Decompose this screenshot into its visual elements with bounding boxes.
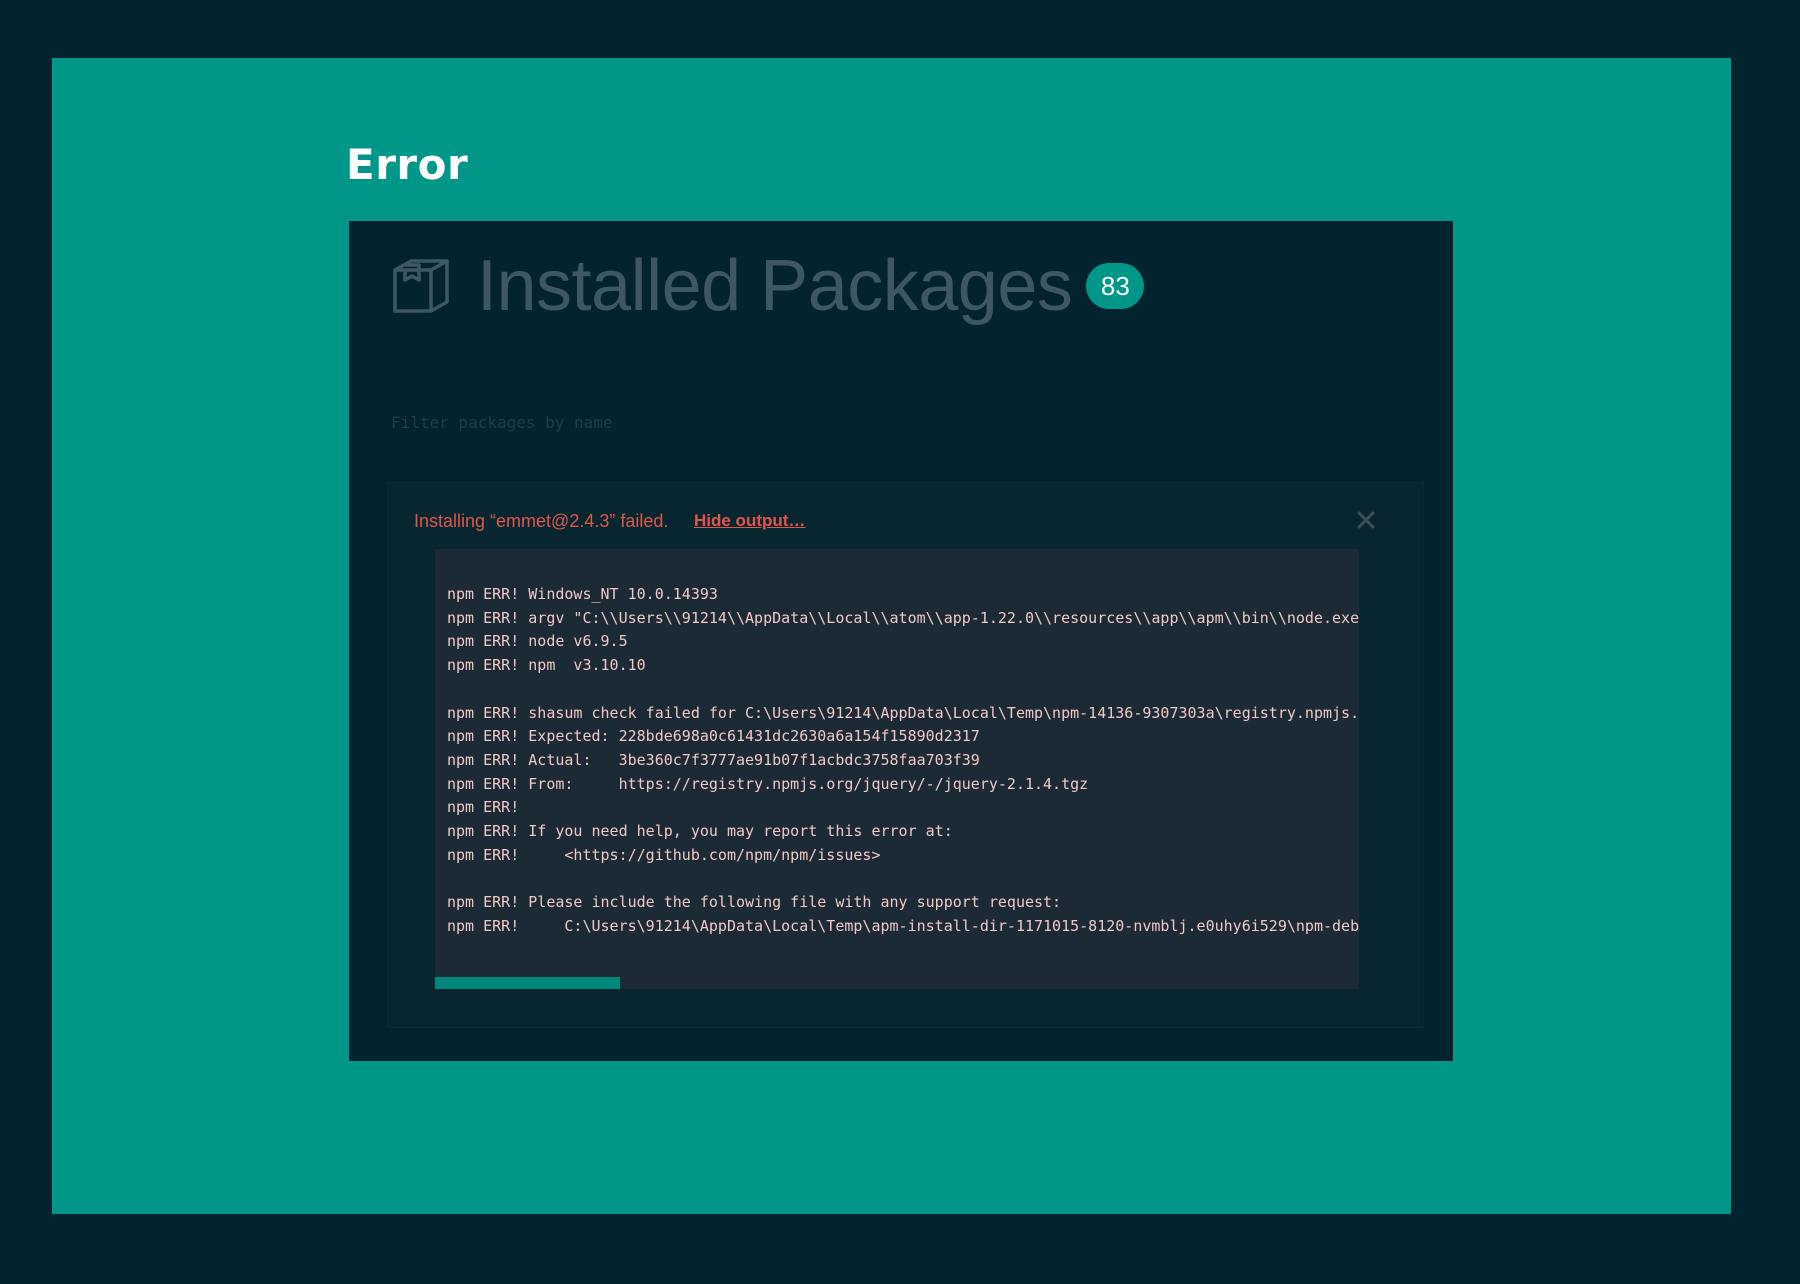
output-line: npm ERR! C:\Users\91214\AppData\Local\Te… [447, 916, 1359, 935]
output-line: npm ERR! [447, 798, 520, 817]
error-output-console[interactable]: npm ERR! Windows_NT 10.0.14393 npm ERR! … [435, 549, 1359, 989]
package-count-badge: 83 [1086, 263, 1145, 309]
horizontal-scrollbar[interactable] [435, 977, 1359, 989]
panel-title: Installed Packages [477, 246, 1073, 326]
output-line: npm ERR! If you need help, you may repor… [447, 822, 953, 841]
package-icon [393, 259, 449, 313]
output-line: npm ERR! argv "C:\\Users\\91214\\AppData… [447, 608, 1359, 627]
page-heading: Error [346, 140, 469, 189]
output-log: npm ERR! Windows_NT 10.0.14393 npm ERR! … [447, 583, 1359, 939]
output-line: npm ERR! node v6.9.5 [447, 632, 628, 651]
output-line: npm ERR! shasum check failed for C:\User… [447, 703, 1359, 722]
output-line: npm ERR! Please include the following fi… [447, 893, 1062, 912]
close-icon[interactable] [1355, 509, 1377, 531]
output-line: npm ERR! From: https://registry.npmjs.or… [447, 774, 1089, 793]
installed-packages-panel: Installed Packages 83 Installing “emmet@… [349, 221, 1453, 1061]
filter-packages-input[interactable] [391, 407, 1391, 437]
output-line: npm ERR! npm v3.10.10 [447, 656, 646, 675]
output-line: npm ERR! Windows_NT 10.0.14393 [447, 585, 718, 603]
output-line: npm ERR! Actual: 3be360c7f3777ae91b07f1a… [447, 750, 980, 769]
install-error-notice: Installing “emmet@2.4.3” failed. Hide ou… [387, 482, 1424, 1028]
scrollbar-thumb[interactable] [435, 977, 620, 989]
panel-header: Installed Packages 83 [391, 246, 1145, 326]
error-message: Installing “emmet@2.4.3” failed. [414, 511, 669, 531]
output-line: npm ERR! Expected: 228bde698a0c61431dc26… [447, 727, 980, 746]
output-line: npm ERR! <https://github.com/npm/npm/iss… [447, 845, 881, 864]
hide-output-link[interactable]: Hide output… [694, 511, 805, 531]
